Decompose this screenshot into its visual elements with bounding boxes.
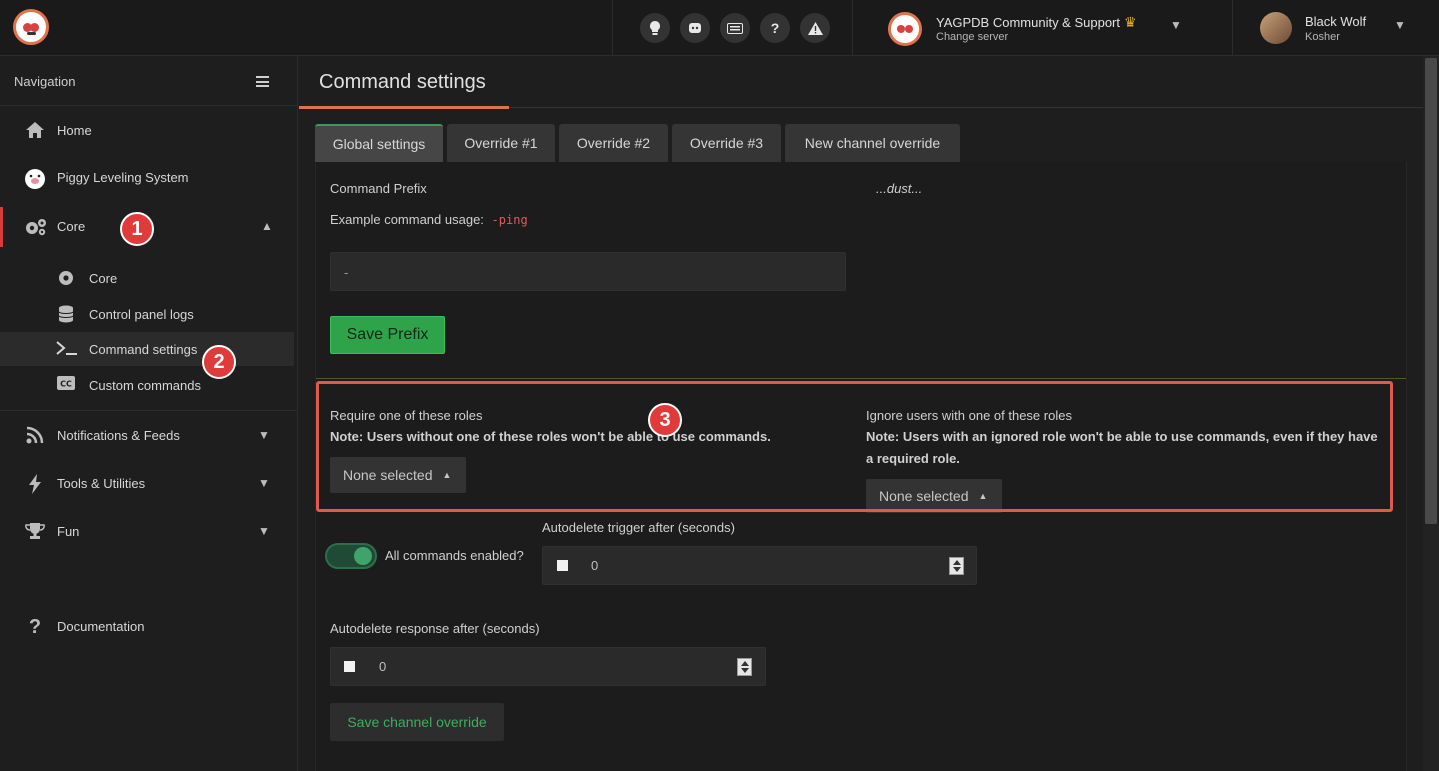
question-icon: ? [28,616,42,638]
server-name: YAGPDB Community & Support [936,15,1120,30]
chevron-down-icon: ▼ [258,428,270,442]
sidebar-item-label: Tools & Utilities [57,476,146,491]
navigation-title: Navigation [14,74,76,89]
server-switcher[interactable]: YAGPDB Community & Support ♛ Change serve… [886,10,1186,46]
cc-icon: CC [56,376,76,394]
title-divider [509,107,1423,108]
autodelete-trigger-checkbox[interactable] [557,560,568,571]
crown-icon: ♛ [1124,14,1137,30]
terminal-icon [56,340,77,358]
autodelete-response-field: 0 [330,647,766,686]
section-divider [316,378,1406,379]
page-title: Command settings [319,71,486,93]
sidebar-item-home[interactable]: Home [0,111,298,151]
keyboard-icon[interactable] [720,13,750,43]
title-underline [299,106,509,109]
trophy-icon [24,522,46,542]
sidebar-item-label: Core [57,219,86,234]
top-bar: ? YAGPDB Community & Support ♛ Change ser… [0,0,1439,56]
bolt-icon [24,474,46,494]
all-commands-toggle[interactable] [325,543,377,569]
gear-icon [56,269,76,287]
warning-icon[interactable] [800,13,830,43]
sidebar-subitem-core[interactable]: Core [0,261,294,295]
chevron-up-icon: ▲ [261,219,273,233]
sidebar-divider [0,410,298,411]
tab-override-3[interactable]: Override #3 [672,124,781,162]
server-avatar [888,12,922,46]
autodelete-trigger-input[interactable]: 0 [591,558,598,573]
sidebar-item-fun[interactable]: Fun ▼ [0,512,298,552]
sidebar-subitem-command-settings[interactable]: Command settings [0,332,294,366]
user-subtitle: Kosher [1305,31,1340,43]
command-prefix-input[interactable]: - [330,252,846,291]
navigation-header: Navigation [0,56,298,106]
annotation-badge-2: 2 [202,345,236,379]
sidebar-subitem-custom-commands[interactable]: CC Custom commands [0,368,294,402]
lightbulb-icon[interactable] [640,13,670,43]
sidebar-item-label: Home [57,123,92,138]
sidebar-item-label: Documentation [57,619,145,634]
annotation-badge-3: 3 [648,403,682,437]
tab-global-settings[interactable]: Global settings [315,124,443,162]
user-name: Black Wolf [1305,14,1367,29]
tab-override-2[interactable]: Override #2 [559,124,668,162]
sidebar-item-label: Fun [57,524,80,539]
sidebar-item-label: Core [89,271,118,286]
svg-text:CC: CC [60,380,72,389]
autodelete-trigger-field: 0 [542,546,977,585]
sidebar-subitem-control-panel-logs[interactable]: Control panel logs [0,297,294,331]
sidebar-item-label: Command settings [89,342,198,357]
example-usage-label: Example command usage: [330,212,484,227]
sidebar-item-label: Piggy Leveling System [57,170,189,185]
topbar-divider [612,0,613,56]
tab-override-1[interactable]: Override #1 [447,124,555,162]
all-commands-label: All commands enabled? [385,548,524,563]
scrollbar-thumb[interactable] [1425,58,1437,524]
database-icon [56,305,76,323]
menu-toggle-icon[interactable] [256,76,269,87]
tab-new-channel-override[interactable]: New channel override [785,124,960,162]
sidebar-item-tools-utilities[interactable]: Tools & Utilities ▼ [0,464,298,504]
sidebar-item-label: Control panel logs [89,307,194,322]
chevron-down-icon[interactable]: ▼ [1170,18,1182,32]
annotation-badge-1: 1 [120,212,154,246]
chevron-down-icon[interactable]: ▼ [1394,18,1406,32]
gears-icon [24,217,46,237]
example-usage: Example command usage: -ping [330,212,528,227]
autodelete-response-input[interactable]: 0 [379,659,386,674]
annotation-highlight-box [316,381,1393,512]
autodelete-response-label: Autodelete response after (seconds) [330,621,540,636]
rss-icon [24,426,46,446]
autodelete-trigger-label: Autodelete trigger after (seconds) [542,520,735,535]
stepper-icon[interactable] [949,557,964,575]
user-avatar [1260,12,1292,44]
sidebar-item-piggy-leveling[interactable]: Piggy Leveling System [0,158,298,198]
autodelete-response-checkbox[interactable] [344,661,355,672]
sidebar-item-label: Custom commands [89,378,201,393]
home-icon [24,121,46,141]
chevron-down-icon: ▼ [258,524,270,538]
sidebar-item-notifications-feeds[interactable]: Notifications & Feeds ▼ [0,416,298,456]
discord-icon[interactable] [680,13,710,43]
topbar-divider [852,0,853,56]
command-prefix-label: Command Prefix [330,181,427,196]
help-icon[interactable]: ? [760,13,790,43]
pig-icon [24,168,46,189]
chevron-down-icon: ▼ [258,476,270,490]
yagpdb-logo[interactable] [13,9,49,45]
change-server-label: Change server [936,31,1009,43]
save-channel-override-button[interactable]: Save channel override [330,703,504,741]
stepper-icon[interactable] [737,658,752,676]
save-prefix-button[interactable]: Save Prefix [330,316,445,354]
sidebar-item-label: Notifications & Feeds [57,428,180,443]
user-menu[interactable]: Black Wolf Kosher ▼ [1258,10,1438,50]
sidebar: Navigation Home Piggy Leveling System Co… [0,56,298,771]
example-code: -ping [491,213,528,227]
dust-text: ...dust... [876,181,923,196]
sidebar-item-documentation[interactable]: ? Documentation [0,607,298,647]
topbar-divider [1232,0,1233,56]
